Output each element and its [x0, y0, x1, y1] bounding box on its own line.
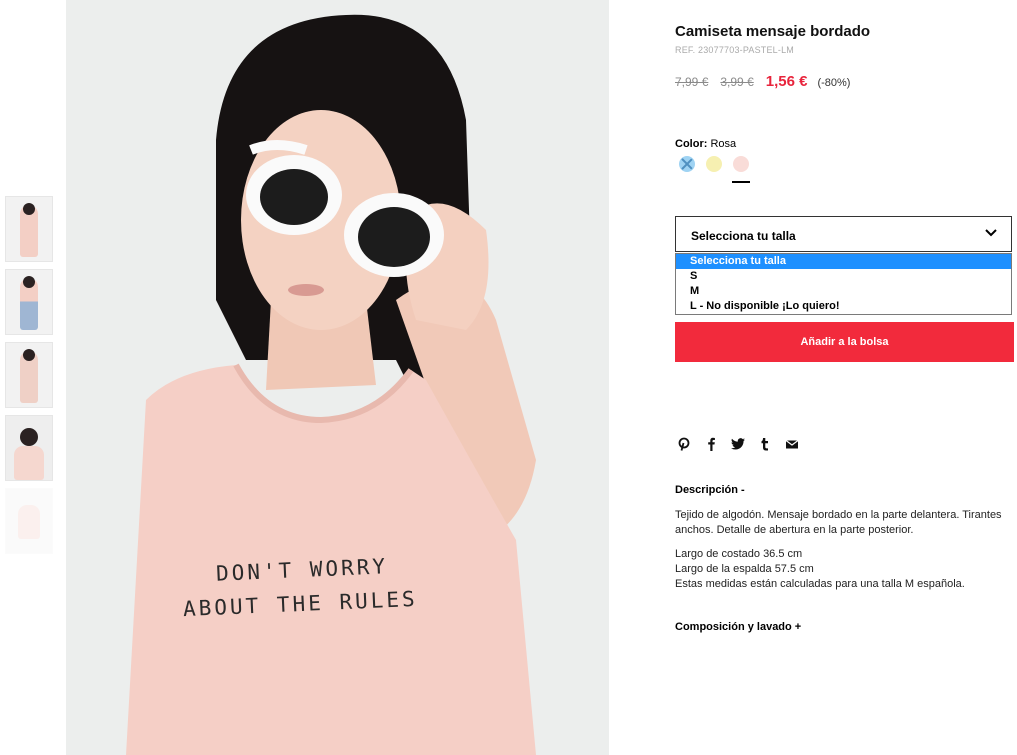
- swatch-blue-unavailable[interactable]: [679, 156, 695, 172]
- swatch-yellow[interactable]: [706, 156, 722, 172]
- product-ref: REF. 23077703-PASTEL-LM: [675, 45, 794, 55]
- color-label-title: Color:: [675, 138, 708, 150]
- description-text: Tejido de algodón. Mensaje bordado en la…: [675, 509, 1002, 536]
- discount-badge: (-80%): [817, 77, 851, 89]
- product-title: Camiseta mensaje bordado: [675, 23, 871, 40]
- measure-back: Largo de la espalda 57.5 cm: [675, 563, 814, 575]
- size-select[interactable]: Selecciona tu talla: [675, 216, 1012, 252]
- size-options-dropdown: Selecciona tu talla S M L - No disponibl…: [675, 253, 1012, 315]
- main-product-image: DON'T WORRY ABOUT THE RULES: [66, 0, 609, 755]
- color-value: Rosa: [710, 138, 737, 150]
- add-to-bag-button[interactable]: Añadir a la bolsa: [675, 322, 1014, 362]
- price-current: 1,56 €: [765, 73, 808, 90]
- price-original: 7,99 €: [675, 75, 709, 89]
- pinterest-icon[interactable]: [677, 437, 691, 451]
- description-body: Tejido de algodón. Mensaje bordado en la…: [675, 508, 1014, 592]
- price-previous: 3,99 €: [720, 75, 754, 89]
- measure-note: Estas medidas están calculadas para una …: [675, 578, 965, 590]
- chevron-down-icon: [985, 229, 997, 237]
- price-row: 7,99 € 3,99 € 1,56 € (-80%): [675, 73, 850, 90]
- thumbnail-2[interactable]: [5, 269, 53, 335]
- model-photo: [66, 0, 609, 755]
- composition-toggle[interactable]: Composición y lavado +: [675, 621, 801, 633]
- size-option[interactable]: S: [676, 269, 1011, 284]
- description-toggle[interactable]: Descripción -: [675, 484, 745, 496]
- twitter-icon[interactable]: [731, 437, 745, 451]
- size-select-value: Selecciona tu talla: [691, 229, 796, 243]
- size-option[interactable]: M: [676, 284, 1011, 299]
- thumbnail-gallery: [5, 196, 53, 561]
- email-icon[interactable]: [785, 437, 799, 451]
- swatch-pink[interactable]: [733, 156, 749, 172]
- size-option[interactable]: L - No disponible ¡Lo quiero!: [676, 299, 1011, 314]
- color-swatches: [679, 156, 760, 172]
- measure-side: Largo de costado 36.5 cm: [675, 548, 803, 560]
- thumbnail-5[interactable]: [5, 488, 53, 554]
- tumblr-icon[interactable]: [758, 437, 772, 451]
- thumbnail-4[interactable]: [5, 415, 53, 481]
- selected-swatch-indicator: [732, 181, 750, 183]
- thumbnail-3[interactable]: [5, 342, 53, 408]
- share-icons: [677, 437, 812, 451]
- thumbnail-1[interactable]: [5, 196, 53, 262]
- color-label: Color: Rosa: [675, 138, 736, 150]
- facebook-icon[interactable]: [704, 437, 718, 451]
- size-option[interactable]: Selecciona tu talla: [676, 254, 1011, 269]
